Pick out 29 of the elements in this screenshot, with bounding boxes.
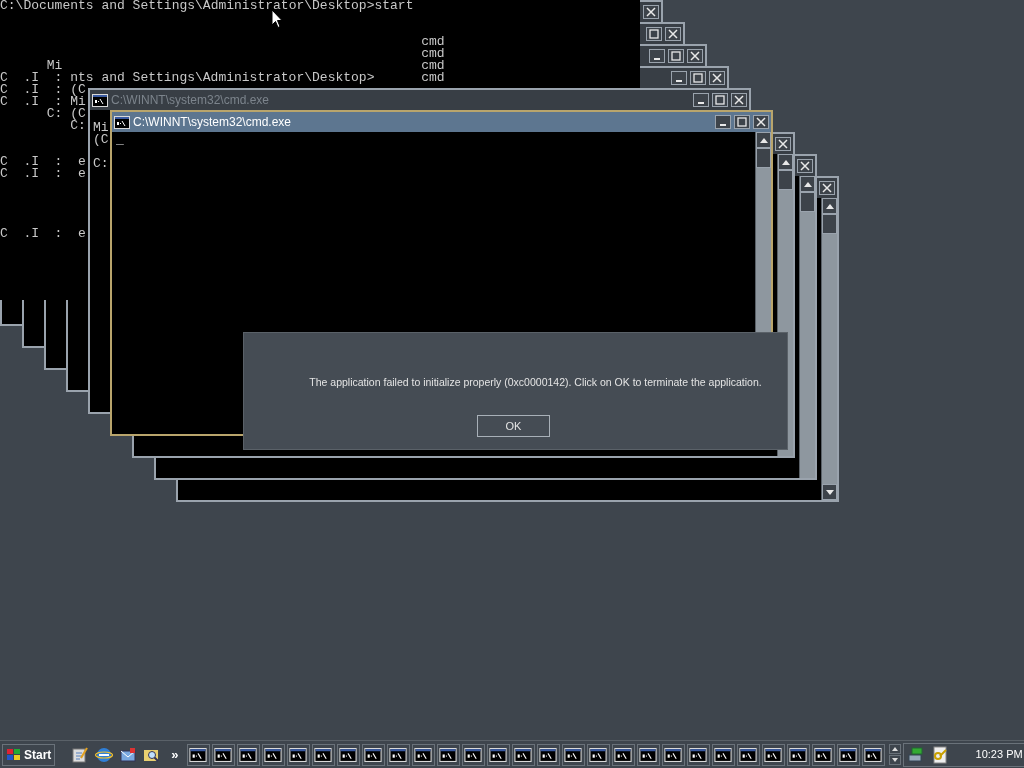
console-text: C: bbox=[93, 158, 109, 170]
error-message: The application failed to initialize properly (0xc0000142). Click on OK to terminate the application. bbox=[308, 375, 762, 390]
console-text: (C bbox=[93, 134, 109, 146]
window-title: C:\WINNT\system32\cmd.exe bbox=[111, 92, 270, 109]
ok-button[interactable]: OK bbox=[477, 414, 550, 437]
console-text: Mi bbox=[93, 122, 109, 134]
window-title: C:\WINNT\system32\cmd.exe bbox=[133, 114, 292, 131]
console-text: nts and Settings\Administrator\Desktop> bbox=[70, 72, 375, 84]
console-text: Mi bbox=[46, 60, 63, 72]
console-text: C .I : e bbox=[0, 228, 86, 240]
console-text: C .I : bbox=[0, 96, 63, 108]
start-button[interactable]: Start bbox=[2, 743, 56, 766]
console-text: C .I : e bbox=[0, 156, 86, 168]
console-text: C .I : bbox=[0, 84, 63, 96]
text-cursor: _ bbox=[116, 134, 124, 146]
more-chevron[interactable]: » bbox=[167, 744, 183, 765]
console-text: cmd bbox=[421, 48, 445, 60]
console-text: Mi bbox=[70, 96, 86, 108]
console-text: C .I : bbox=[0, 72, 63, 84]
console-text: (C bbox=[70, 108, 86, 120]
console-text: C: bbox=[46, 108, 63, 120]
console-text: cmd bbox=[421, 72, 445, 84]
console-text: (C bbox=[70, 84, 86, 96]
console-text: cmd bbox=[421, 60, 445, 72]
console-text: cmd bbox=[421, 36, 445, 48]
clock: 10:23 PM bbox=[975, 747, 1023, 763]
console-text: C:\Documents and Settings\Administrator\Desktop>start bbox=[0, 0, 414, 12]
console-text: C: bbox=[70, 120, 86, 132]
console-text: C .I : e bbox=[0, 168, 86, 180]
